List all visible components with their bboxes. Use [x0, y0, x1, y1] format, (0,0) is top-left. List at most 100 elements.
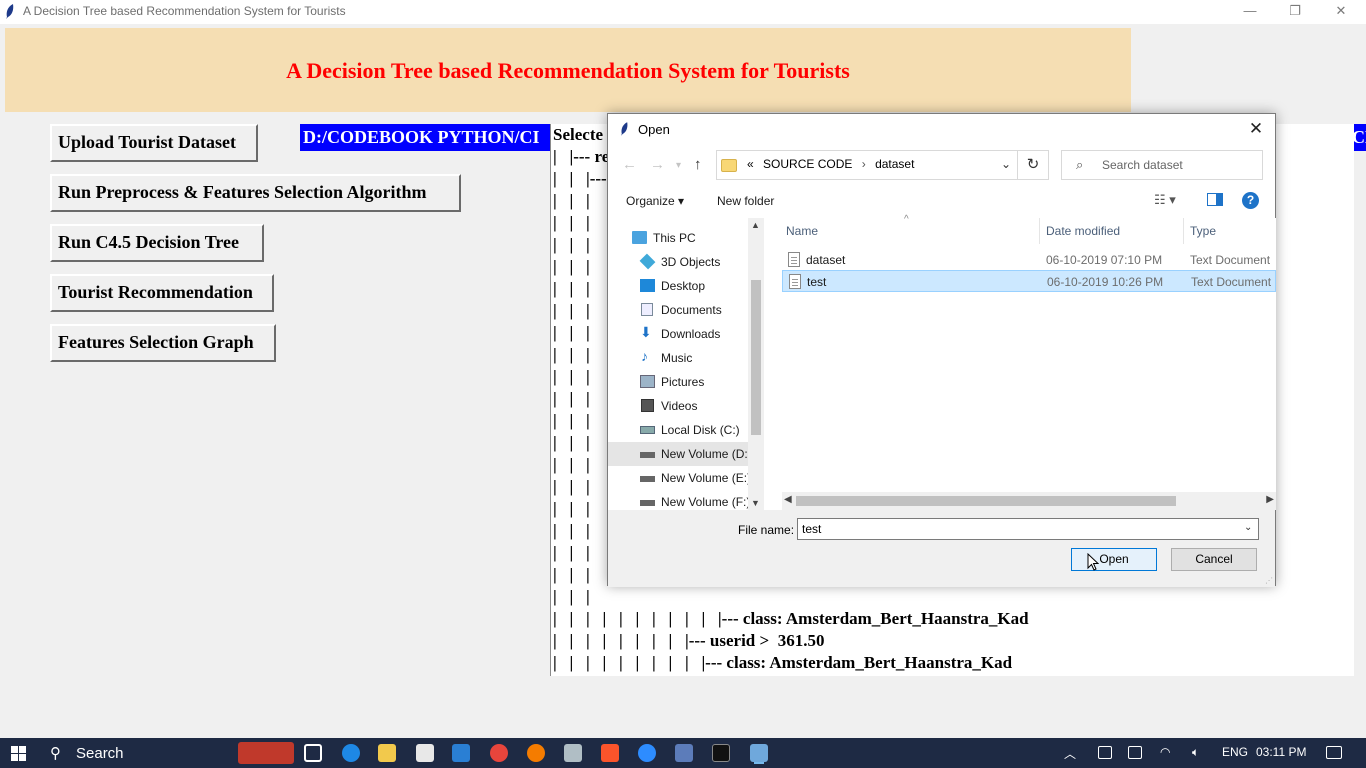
upload-dataset-button[interactable]: Upload Tourist Dataset	[50, 124, 258, 162]
nav-item-3d-objects[interactable]: 3D Objects	[608, 250, 748, 274]
text-file-icon	[788, 252, 800, 267]
feather-icon	[6, 4, 14, 19]
chevron-down-icon[interactable]: ⌄	[1001, 157, 1011, 171]
column-divider[interactable]	[1039, 218, 1040, 244]
cmd-icon[interactable]	[712, 744, 730, 762]
scroll-thumb[interactable]	[751, 280, 761, 435]
resize-grip-icon[interactable]: ⋰	[1265, 576, 1273, 585]
minimize-button[interactable]: —	[1227, 0, 1273, 24]
file-list[interactable]: ^ Name Date modified Type dataset 06-10-…	[782, 214, 1276, 510]
scroll-right-icon[interactable]: ▶	[1266, 494, 1274, 505]
photos-icon[interactable]	[564, 744, 582, 762]
close-window-button[interactable]: ✕	[1318, 0, 1364, 24]
scroll-down-icon[interactable]: ▼	[751, 498, 760, 508]
wifi-icon[interactable]: ◠	[1160, 745, 1170, 759]
scroll-up-icon[interactable]: ▲	[751, 220, 760, 230]
taskbar: ⚲ Search ︿ ◠ 🔈︎ ENG 03:11 PM	[0, 738, 1366, 768]
dialog-titlebar: Open ✕	[608, 114, 1275, 144]
file-row-selected[interactable]: test 06-10-2019 10:26 PM Text Document	[782, 270, 1276, 292]
features-graph-button[interactable]: Features Selection Graph	[50, 324, 276, 362]
nav-item-documents[interactable]: Documents	[608, 298, 748, 322]
hscroll-thumb[interactable]	[796, 496, 1176, 506]
taskbar-train-icon[interactable]	[238, 742, 294, 764]
search-icon: ⌕	[1076, 157, 1084, 172]
nav-item-downloads[interactable]: ⬇ Downloads	[608, 322, 748, 346]
nav-item-this-pc[interactable]: This PC	[608, 226, 748, 250]
maximize-button[interactable]: ❐	[1272, 0, 1318, 24]
address-bar[interactable]: « SOURCE CODE › dataset ⌄	[716, 150, 1048, 180]
nav-item-new-volume-f[interactable]: New Volume (F:)	[608, 490, 750, 510]
edge-icon[interactable]	[342, 744, 360, 762]
view-options-icon[interactable]: ☷ ▾	[1154, 192, 1176, 208]
up-arrow-icon[interactable]: ↑	[694, 156, 702, 173]
videos-icon	[641, 399, 654, 412]
dialog-close-button[interactable]: ✕	[1245, 118, 1267, 140]
feather-icon	[620, 122, 628, 136]
store-icon[interactable]	[416, 744, 434, 762]
recent-locations-icon[interactable]: ▾	[676, 160, 681, 171]
file-row[interactable]: dataset 06-10-2019 07:10 PM Text Documen…	[782, 249, 1276, 271]
run-decision-tree-button[interactable]: Run C4.5 Decision Tree	[50, 224, 264, 262]
nav-item-pictures[interactable]: Pictures	[608, 370, 748, 394]
clock[interactable]: 03:11 PM	[1256, 745, 1306, 759]
window-title: A Decision Tree based Recommendation Sys…	[23, 4, 346, 18]
file-type: Text Document	[1190, 253, 1271, 267]
tray-overflow-icon[interactable]: ︿	[1064, 745, 1076, 762]
chrome-icon[interactable]	[490, 744, 508, 762]
column-divider[interactable]	[1183, 218, 1184, 244]
breadcrumb-overflow[interactable]: «	[747, 157, 754, 171]
breadcrumb-source-code[interactable]: SOURCE CODE	[763, 157, 852, 171]
notification-icon[interactable]	[1326, 746, 1342, 759]
open-button[interactable]: Open	[1071, 548, 1157, 571]
nav-item-music[interactable]: ♪ Music	[608, 346, 748, 370]
search-app-icon[interactable]	[527, 744, 545, 762]
dataset-path-label-tail: CE	[1352, 124, 1366, 151]
back-arrow-icon[interactable]: ←	[622, 156, 637, 173]
forward-arrow-icon[interactable]: →	[650, 156, 665, 173]
chevron-down-icon[interactable]: ⌄	[1244, 522, 1252, 533]
file-name: dataset	[806, 253, 846, 267]
dialog-toolbar: Organize ▾ New folder ☷ ▾ ?	[608, 184, 1275, 218]
column-date-modified[interactable]: Date modified	[1046, 224, 1120, 238]
taskbar-search-label: Search	[76, 745, 124, 762]
pictures-icon	[640, 375, 655, 388]
disk-icon	[640, 426, 655, 434]
file-explorer-icon[interactable]	[378, 744, 396, 762]
nav-item-new-volume-d[interactable]: New Volume (D:	[608, 442, 748, 466]
file-list-hscrollbar[interactable]: ◀ ▶	[782, 492, 1276, 510]
column-name[interactable]: Name	[786, 224, 818, 238]
remote-desktop-icon[interactable]	[675, 744, 693, 762]
file-name: test	[807, 275, 827, 289]
preview-pane-icon[interactable]	[1207, 193, 1223, 206]
vscode-icon[interactable]	[452, 744, 470, 762]
brave-icon[interactable]	[601, 744, 619, 762]
scroll-left-icon[interactable]: ◀	[784, 494, 792, 505]
search-input[interactable]: Search dataset	[1102, 158, 1183, 172]
breadcrumb-dataset[interactable]: dataset	[875, 157, 914, 171]
file-name-field[interactable]: test	[797, 518, 1259, 540]
taskbar-search[interactable]: ⚲ Search	[40, 738, 236, 768]
nav-item-local-disk-c[interactable]: Local Disk (C:)	[608, 418, 748, 442]
column-type[interactable]: Type	[1190, 224, 1216, 238]
language-indicator[interactable]: ENG	[1222, 745, 1248, 759]
nav-item-videos[interactable]: Videos	[608, 394, 748, 418]
windows-start-icon[interactable]	[11, 746, 26, 761]
run-preprocess-button[interactable]: Run Preprocess & Features Selection Algo…	[50, 174, 461, 212]
organize-button[interactable]: Organize ▾	[626, 194, 684, 208]
camera-icon[interactable]	[1098, 746, 1112, 759]
new-folder-button[interactable]: New folder	[717, 194, 774, 208]
nav-item-desktop[interactable]: Desktop	[608, 274, 748, 298]
zoom-icon[interactable]	[638, 744, 656, 762]
navigation-pane[interactable]: This PC 3D Objects Desktop Documents ⬇ D…	[608, 218, 764, 510]
python-app-icon[interactable]	[750, 744, 768, 762]
refresh-icon[interactable]: ↻	[1017, 150, 1049, 180]
volume-icon[interactable]: 🔈︎	[1192, 745, 1199, 760]
battery-icon[interactable]	[1128, 746, 1142, 759]
nav-scrollbar[interactable]: ▲ ▼	[748, 218, 764, 510]
task-view-icon[interactable]	[304, 744, 322, 762]
help-icon[interactable]: ?	[1242, 192, 1259, 209]
cancel-button[interactable]: Cancel	[1171, 548, 1257, 571]
nav-item-new-volume-e[interactable]: New Volume (E:)	[608, 466, 751, 490]
tourist-recommendation-button[interactable]: Tourist Recommendation	[50, 274, 274, 312]
search-box[interactable]: ⌕ Search dataset	[1061, 150, 1263, 180]
